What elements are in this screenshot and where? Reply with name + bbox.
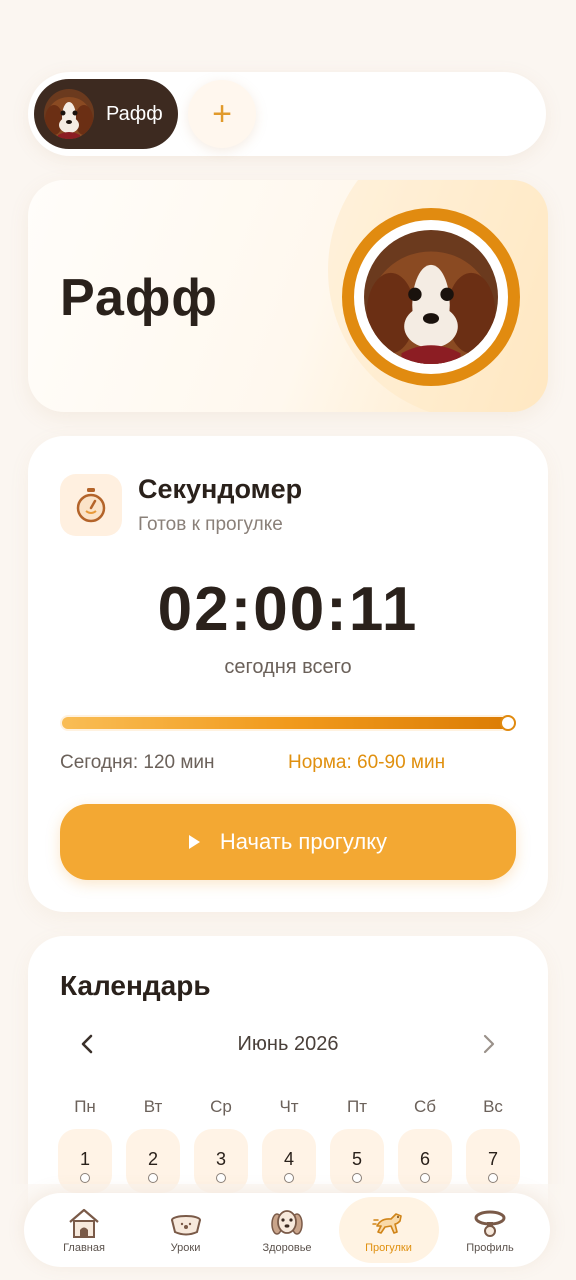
weekday-label: Вс xyxy=(483,1097,503,1116)
nav-label-health: Здоровье xyxy=(262,1242,312,1254)
calendar-day-number: 5 xyxy=(351,1149,362,1169)
nav-label-lessons: Уроки xyxy=(170,1242,201,1254)
walk-indicator-dot xyxy=(284,1173,294,1183)
pet-avatar-ring[interactable] xyxy=(342,208,520,386)
nav-label-home: Главная xyxy=(63,1242,105,1254)
chevron-right-icon[interactable] xyxy=(476,1032,500,1056)
pet-chip-label: Рафф xyxy=(106,102,163,125)
dog-face-icon xyxy=(271,1210,303,1235)
start-walk-label: Начать прогулку xyxy=(219,829,388,854)
walk-indicator-dot xyxy=(420,1173,430,1183)
nav-item-lessons[interactable]: Уроки xyxy=(136,1197,236,1263)
pet-name-title: Рафф xyxy=(60,269,218,327)
stopwatch-time: 02:00:11 xyxy=(157,575,419,644)
nav-item-home[interactable]: Главная xyxy=(34,1197,134,1263)
walk-indicator-dot xyxy=(80,1173,90,1183)
stopwatch-icon-box xyxy=(60,474,122,536)
pet-hero-card: Рафф xyxy=(28,180,548,412)
pet-chip-active[interactable]: Рафф xyxy=(34,79,178,149)
bottom-nav: Главная Уроки Здоровье Прогулки Профиль xyxy=(24,1193,550,1267)
calendar-day-number: 7 xyxy=(487,1149,498,1169)
add-pet-button[interactable]: + xyxy=(188,80,256,148)
nav-item-profile[interactable]: Профиль xyxy=(440,1197,540,1263)
walk-indicator-dot xyxy=(488,1173,498,1183)
norm-minutes: Норма: 60-90 мин xyxy=(288,752,446,773)
calendar-month: Июнь 2026 xyxy=(237,1033,339,1055)
walk-indicator-dot xyxy=(148,1173,158,1183)
walk-progress-knob xyxy=(500,715,516,731)
walk-progress-bar xyxy=(60,715,516,731)
stopwatch-card: Секундомер Готов к прогулке 02:00:11 сег… xyxy=(28,436,548,912)
walk-indicator-dot xyxy=(352,1173,362,1183)
stopwatch-status: Готов к прогулке xyxy=(138,514,283,535)
running-dog-icon xyxy=(371,1213,402,1234)
weekday-row: Пн Вт Ср Чт Пт Сб Вс xyxy=(58,1097,520,1117)
stopwatch-caption: сегодня всего xyxy=(224,656,352,678)
nav-label-profile: Профиль xyxy=(466,1242,514,1254)
nav-item-walks[interactable]: Прогулки xyxy=(338,1197,439,1263)
nav-label-walks: Прогулки xyxy=(365,1242,412,1254)
weekday-label: Ср xyxy=(210,1097,232,1116)
today-minutes: Сегодня: 120 мин xyxy=(60,752,215,773)
stopwatch-title: Секундомер xyxy=(138,474,303,504)
pet-avatar-small xyxy=(44,89,94,139)
stopwatch-icon xyxy=(76,488,106,523)
calendar-day-number: 3 xyxy=(215,1149,226,1169)
calendar-day-number: 2 xyxy=(147,1149,158,1169)
calendar-day-number: 6 xyxy=(419,1149,430,1169)
walk-indicator-dot xyxy=(216,1173,226,1183)
dog-bowl-icon xyxy=(170,1215,201,1236)
weekday-label: Чт xyxy=(279,1097,299,1116)
calendar-day-number: 1 xyxy=(79,1149,90,1169)
pet-switcher: Рафф + xyxy=(28,72,546,156)
calendar-day-number: 4 xyxy=(283,1149,294,1169)
start-walk-button[interactable]: Начать прогулку xyxy=(60,804,516,880)
weekday-label: Пн xyxy=(74,1097,96,1116)
weekday-label: Вт xyxy=(143,1097,163,1116)
collar-icon xyxy=(474,1210,506,1237)
walk-progress-fill xyxy=(62,715,516,731)
doghouse-icon xyxy=(69,1208,99,1238)
calendar-title: Календарь xyxy=(60,970,211,1001)
weekday-label: Пт xyxy=(346,1097,367,1116)
weekday-label: Сб xyxy=(413,1097,436,1116)
play-icon xyxy=(188,835,200,849)
pet-avatar-large xyxy=(364,230,498,364)
nav-item-health[interactable]: Здоровье xyxy=(237,1197,337,1263)
